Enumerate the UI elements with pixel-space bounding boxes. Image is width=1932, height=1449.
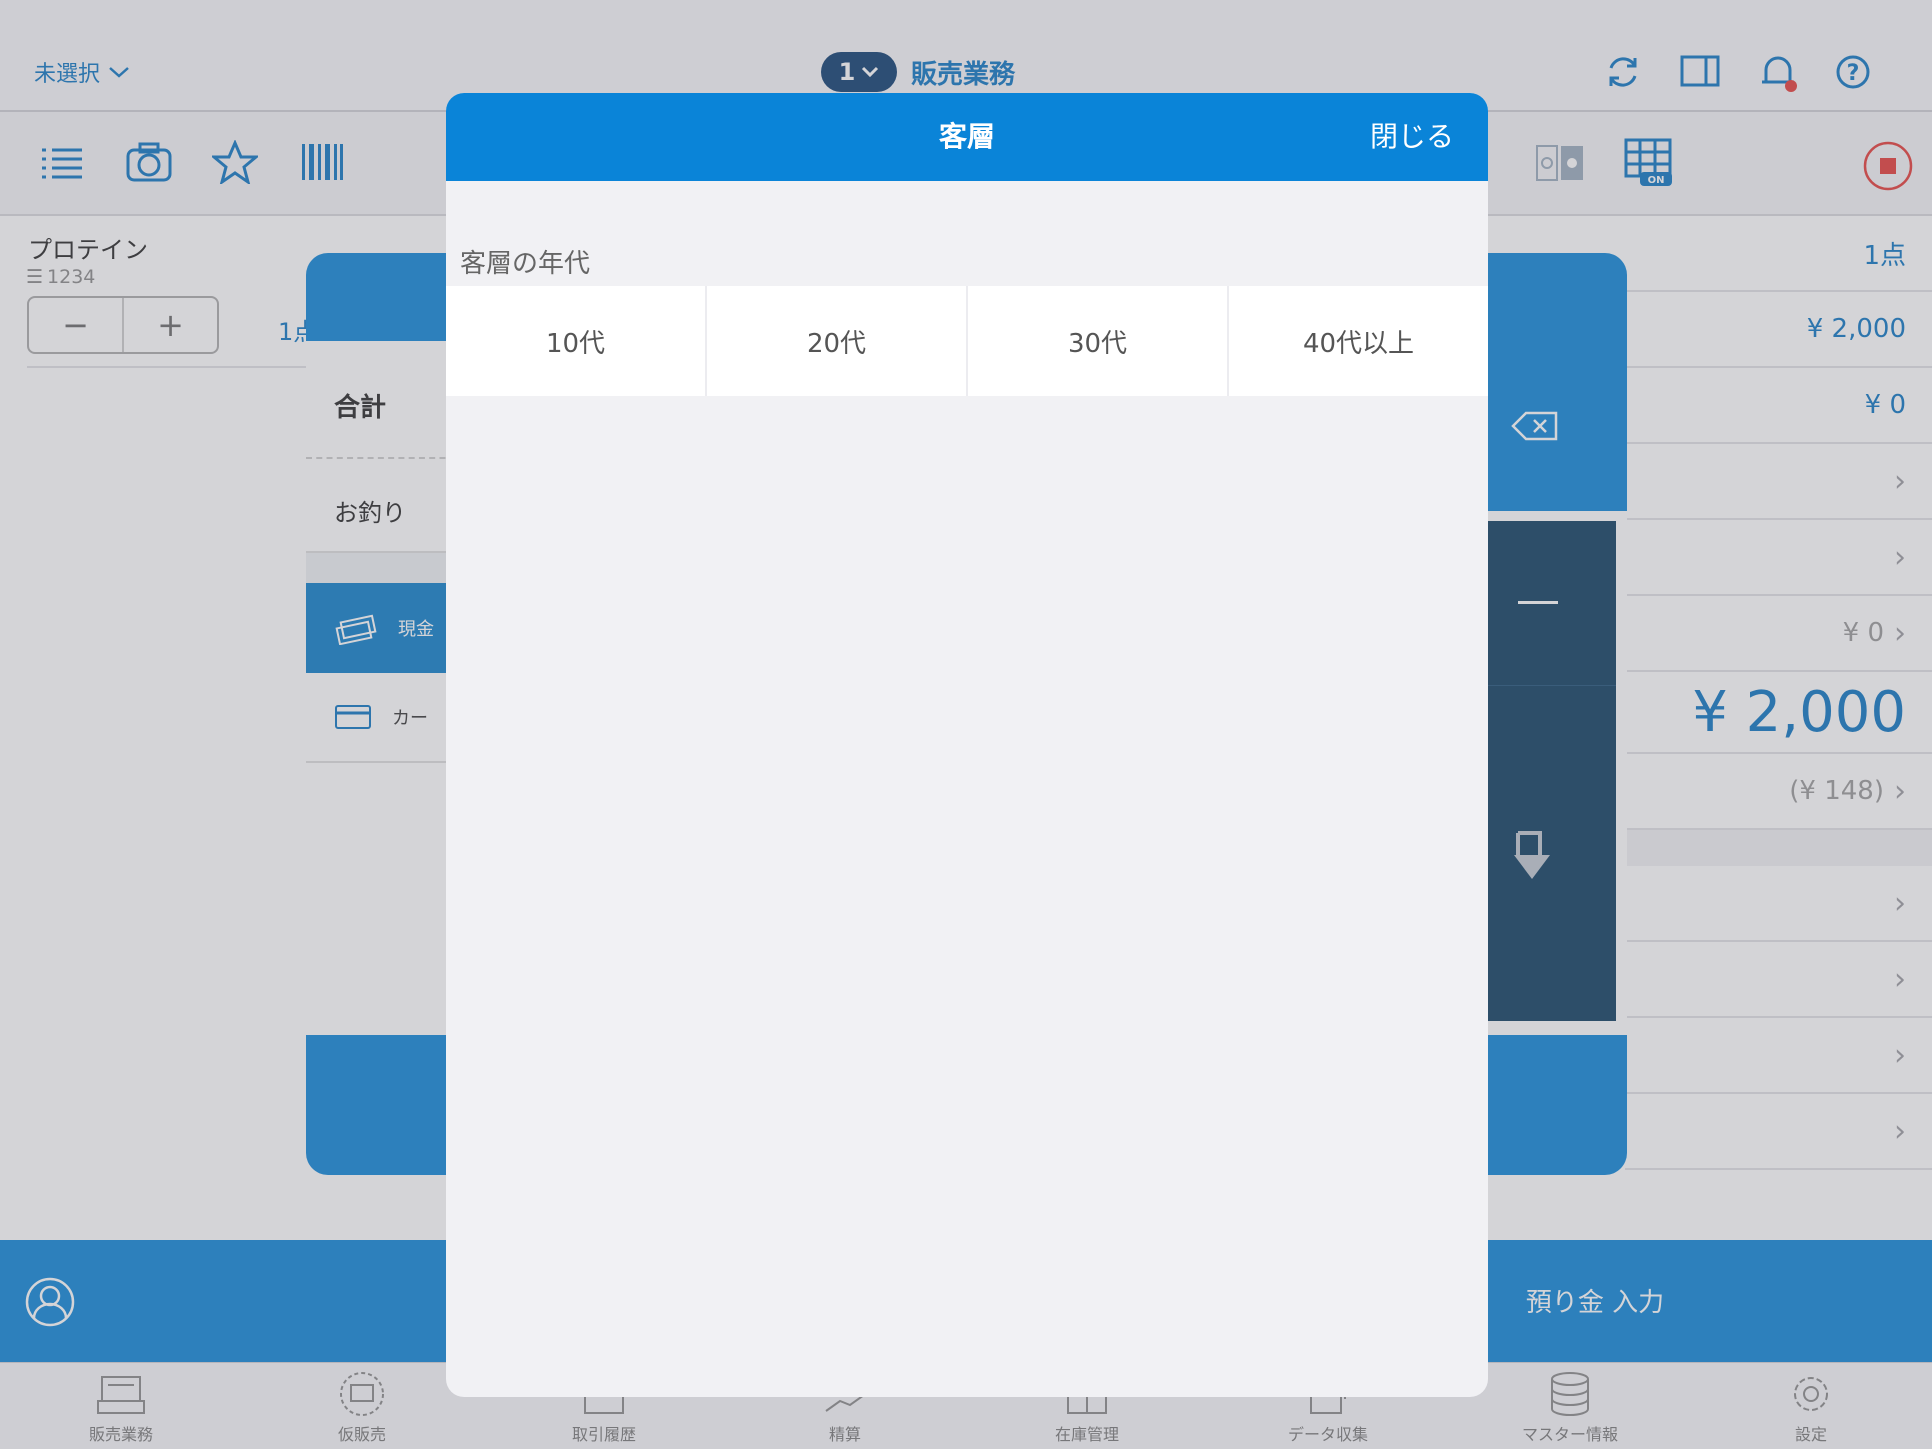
age-option-10s[interactable]: 10代 bbox=[446, 286, 707, 396]
modal-header: 客層 閉じる bbox=[446, 93, 1488, 181]
age-option-30s[interactable]: 30代 bbox=[968, 286, 1229, 396]
customer-segment-modal: 客層 閉じる 客層の年代 10代 20代 30代 40代以上 bbox=[446, 93, 1488, 1397]
age-option-20s[interactable]: 20代 bbox=[707, 286, 968, 396]
close-button[interactable]: 閉じる bbox=[1370, 93, 1454, 181]
age-section-label: 客層の年代 bbox=[460, 249, 591, 279]
age-option-40s-plus[interactable]: 40代以上 bbox=[1229, 286, 1488, 396]
modal-title: 客層 bbox=[938, 120, 995, 153]
age-option-row: 10代 20代 30代 40代以上 bbox=[446, 286, 1488, 396]
